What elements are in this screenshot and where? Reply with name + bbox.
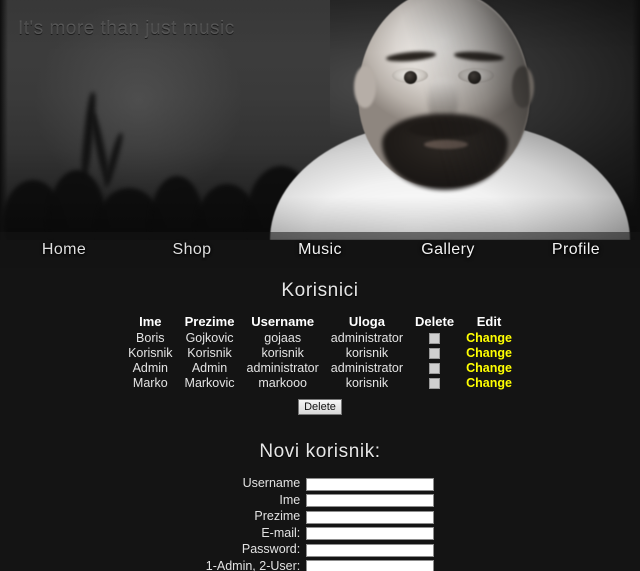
cell-username: gojaas	[264, 331, 302, 345]
change-link[interactable]: Change	[466, 346, 512, 360]
table-row: Korisnik Korisnik korisnik korisnik Chan…	[122, 346, 518, 361]
nav-item-gallery[interactable]: Gallery	[384, 241, 512, 259]
cell-uloga: administrator	[330, 361, 404, 375]
hero-edge-left	[0, 0, 8, 240]
form-row-email: E-mail:	[206, 525, 435, 542]
hero-banner: It's more than just music	[0, 0, 640, 240]
form-row-role: 1-Admin, 2-User:	[205, 558, 435, 571]
label-username: Username	[242, 476, 301, 491]
cell-ime: Admin	[132, 361, 169, 375]
cell-edit: Change	[460, 376, 518, 391]
main-navigation: Home Shop Music Gallery Profile	[0, 232, 640, 268]
change-link[interactable]: Change	[466, 361, 512, 375]
form-row-password: Password:	[206, 541, 435, 558]
portrait-head-shading	[358, 0, 530, 186]
nav-item-shop[interactable]: Shop	[128, 241, 256, 259]
cell-edit: Change	[460, 331, 518, 346]
cell-ime: Marko	[132, 376, 168, 390]
cell-edit: Change	[460, 361, 518, 376]
column-header-delete: Delete	[415, 314, 455, 329]
column-header-ime: Ime	[139, 314, 162, 329]
cell-delete	[409, 376, 460, 391]
cell-username: korisnik	[261, 346, 304, 360]
nav-item-music[interactable]: Music	[256, 241, 384, 259]
cell-edit: Change	[460, 346, 518, 361]
prezime-input[interactable]	[306, 510, 435, 524]
column-header-username: Username	[251, 314, 315, 329]
users-table: Ime Prezime Username Uloga Delete Edit B…	[122, 314, 518, 391]
label-role: 1-Admin, 2-User:	[205, 558, 301, 571]
label-ime: Ime	[279, 492, 301, 507]
portrait-figure	[262, 0, 640, 240]
email-input[interactable]	[306, 527, 435, 540]
form-row-username: Username	[206, 475, 435, 492]
nav-item-home[interactable]: Home	[0, 241, 128, 259]
column-header-edit: Edit	[476, 314, 502, 329]
label-email: E-mail:	[261, 525, 301, 540]
change-link[interactable]: Change	[466, 331, 512, 345]
site-tagline: It's more than just music	[18, 18, 235, 39]
hero-edge-right	[632, 0, 640, 240]
delete-checkbox[interactable]	[429, 348, 441, 360]
cell-prezime: Gojkovic	[185, 331, 234, 345]
cell-username: markooo	[258, 376, 307, 390]
users-table-header-row: Ime Prezime Username Uloga Delete Edit	[122, 314, 518, 331]
label-password: Password:	[241, 542, 301, 557]
new-user-form: Username Ime Prezime E-mail: Password: 1…	[0, 475, 640, 571]
cell-prezime: Admin	[191, 361, 228, 375]
cell-uloga: korisnik	[345, 376, 389, 390]
delete-checkbox[interactable]	[429, 378, 441, 390]
change-link[interactable]: Change	[466, 376, 512, 390]
delete-button[interactable]: Delete	[298, 399, 342, 415]
cell-prezime: Korisnik	[187, 346, 232, 360]
table-row: Marko Markovic markooo korisnik Change	[122, 376, 518, 391]
password-input[interactable]	[306, 543, 435, 557]
users-section-title: Korisnici	[281, 280, 359, 301]
page-root: It's more than just music Home Shop Musi…	[0, 0, 640, 571]
username-input[interactable]	[306, 477, 435, 491]
table-row: Boris Gojkovic gojaas administrator Chan…	[122, 331, 518, 346]
role-input[interactable]	[306, 560, 435, 571]
form-row-ime: Ime	[206, 492, 435, 509]
cell-delete	[409, 346, 460, 361]
nav-item-profile[interactable]: Profile	[512, 241, 640, 259]
delete-checkbox[interactable]	[429, 333, 441, 345]
cell-ime: Korisnik	[128, 346, 173, 360]
ime-input[interactable]	[306, 494, 435, 507]
cell-uloga: administrator	[330, 331, 404, 345]
column-header-prezime: Prezime	[184, 314, 235, 329]
cell-username: administrator	[246, 361, 319, 375]
cell-delete	[409, 331, 460, 346]
form-row-prezime: Prezime	[206, 508, 435, 525]
content-area: Korisnici Ime Prezime Username Uloga Del…	[0, 268, 640, 571]
new-user-section-title: Novi korisnik:	[259, 441, 381, 462]
cell-ime: Boris	[136, 331, 165, 345]
delete-checkbox[interactable]	[429, 363, 441, 375]
label-prezime: Prezime	[254, 509, 301, 524]
cell-prezime: Markovic	[184, 376, 235, 390]
new-user-fields-table: Username Ime Prezime E-mail: Password: 1…	[205, 475, 435, 571]
cell-uloga: korisnik	[345, 346, 389, 360]
column-header-uloga: Uloga	[348, 314, 385, 329]
cell-delete	[409, 361, 460, 376]
table-row: Admin Admin administrator administrator …	[122, 361, 518, 376]
delete-action-row: Delete	[0, 397, 640, 415]
